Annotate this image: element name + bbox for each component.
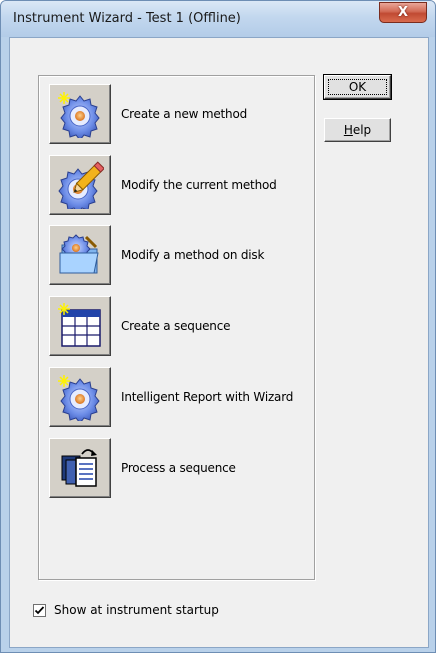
process-documents-icon	[61, 449, 97, 487]
ok-button[interactable]: OK	[323, 74, 392, 100]
gear-pencil-icon	[58, 161, 104, 209]
intelligent-report-label: Intelligent Report with Wizard	[121, 390, 294, 404]
help-button[interactable]: Help	[324, 118, 391, 142]
show-at-startup-checkbox[interactable]	[33, 603, 46, 617]
create-sequence-button[interactable]	[49, 296, 111, 356]
wizard-item-intelligent-report: Intelligent Report with Wizard	[49, 366, 311, 428]
create-sequence-label: Create a sequence	[121, 319, 231, 333]
help-accelerator: H	[343, 123, 353, 137]
dialog-client-area: Create a new method Modify the current m…	[9, 37, 429, 648]
gear-sparkle-icon	[58, 92, 100, 138]
help-label-rest: elp	[352, 123, 372, 137]
title-bar: Instrument Wizard - Test 1 (Offline) X	[1, 1, 435, 37]
create-method-label: Create a new method	[121, 107, 248, 121]
wizard-item-process-sequence: Process a sequence	[49, 437, 311, 499]
create-method-button[interactable]	[49, 84, 111, 144]
checkmark-icon	[34, 605, 45, 614]
instrument-wizard-window: Instrument Wizard - Test 1 (Offline) X C…	[0, 0, 436, 653]
close-icon: X	[397, 5, 409, 20]
wizard-item-modify-current-method: Modify the current method	[49, 154, 311, 216]
wizard-item-create-sequence: Create a sequence	[49, 295, 311, 357]
modify-method-disk-button[interactable]	[49, 225, 111, 285]
modify-current-method-label: Modify the current method	[121, 178, 277, 192]
process-sequence-label: Process a sequence	[121, 461, 236, 475]
sequence-table-sparkle-icon	[58, 303, 101, 347]
modify-method-disk-label: Modify a method on disk	[121, 248, 265, 262]
ok-focus-rect	[328, 79, 387, 95]
intelligent-report-button[interactable]	[49, 367, 111, 427]
folder-gear-icon	[59, 234, 99, 274]
show-at-startup-label: Show at instrument startup	[54, 603, 219, 617]
help-button-label: Help	[344, 123, 371, 137]
wizard-item-create-method: Create a new method	[49, 83, 311, 145]
wizard-options-group: Create a new method Modify the current m…	[38, 75, 315, 580]
wizard-item-modify-method-disk: Modify a method on disk	[49, 224, 311, 286]
gear-sparkle-icon	[58, 375, 100, 421]
process-sequence-button[interactable]	[49, 438, 111, 498]
close-button[interactable]: X	[379, 2, 427, 23]
window-title: Instrument Wizard - Test 1 (Offline)	[13, 11, 241, 26]
startup-option: Show at instrument startup	[33, 603, 219, 617]
modify-current-method-button[interactable]	[49, 155, 111, 215]
